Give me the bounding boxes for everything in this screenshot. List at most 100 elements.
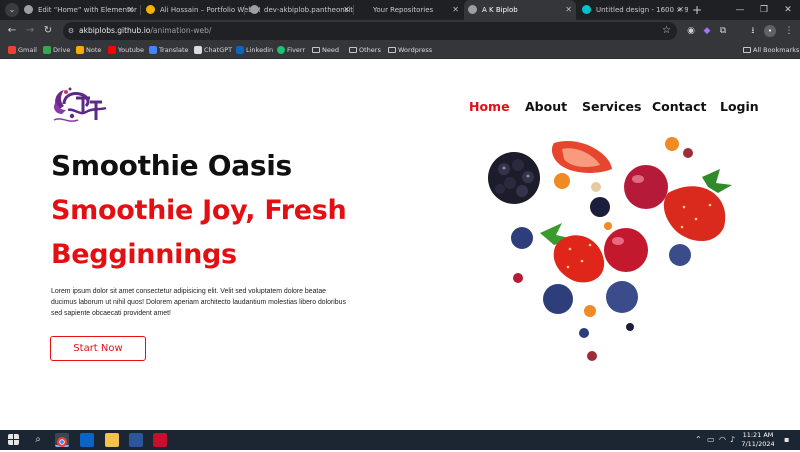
close-tab-icon[interactable]: ✕ bbox=[343, 0, 350, 20]
menu-icon[interactable]: ⋮ bbox=[782, 24, 796, 38]
blueberry-icon bbox=[579, 328, 589, 338]
close-tab-icon[interactable]: ✕ bbox=[452, 0, 459, 20]
word-icon[interactable] bbox=[129, 433, 143, 447]
profile-avatar[interactable]: • bbox=[764, 25, 776, 37]
globe-icon bbox=[24, 5, 33, 14]
back-icon[interactable]: ← bbox=[5, 24, 19, 38]
gmail-icon bbox=[8, 46, 16, 54]
reload-icon[interactable]: ↻ bbox=[41, 24, 55, 38]
browser-toolbar: ← → ↻ ⚙ akbiplobs.github.io/animation-we… bbox=[0, 20, 800, 42]
site-favicon-icon bbox=[146, 5, 155, 14]
tab-canva[interactable]: Untitled design - 1600 × 900 ✕ bbox=[578, 0, 688, 20]
hero-paragraph: Lorem ipsum dolor sit amet consectetur a… bbox=[51, 288, 346, 317]
nav-contact[interactable]: Contact bbox=[652, 99, 706, 114]
site-logo[interactable] bbox=[50, 80, 114, 128]
fiverr-icon bbox=[277, 46, 285, 54]
bookmark-folder-need[interactable]: Need bbox=[312, 42, 339, 59]
app-icon[interactable] bbox=[153, 433, 167, 447]
forward-icon[interactable]: → bbox=[23, 24, 37, 38]
cherry-icon bbox=[624, 165, 668, 209]
nav-login[interactable]: Login bbox=[720, 99, 759, 114]
folder-icon bbox=[743, 47, 751, 53]
chrome-taskbar-icon[interactable] bbox=[55, 433, 69, 447]
goji-berry-icon bbox=[604, 222, 612, 230]
goji-berry-icon bbox=[665, 137, 679, 151]
tab-repositories[interactable]: Your Repositories ✕ bbox=[355, 0, 463, 20]
folder-icon bbox=[349, 47, 357, 53]
strawberry-icon bbox=[540, 223, 605, 283]
close-tab-icon[interactable]: ✕ bbox=[677, 0, 684, 20]
chatgpt-icon bbox=[194, 46, 202, 54]
search-icon[interactable]: ⌕ bbox=[31, 433, 45, 447]
blueberry-icon bbox=[669, 244, 691, 266]
bookmark-youtube[interactable]: Youtube bbox=[108, 42, 144, 59]
extension-purple-icon[interactable]: ◆ bbox=[700, 24, 714, 38]
restore-icon[interactable]: ❐ bbox=[752, 0, 776, 20]
goji-berry-icon bbox=[554, 173, 570, 189]
blueberry-icon bbox=[606, 281, 638, 313]
extension-camera-icon[interactable]: ◉ bbox=[684, 24, 698, 38]
start-now-button[interactable]: Start Now bbox=[50, 336, 146, 361]
folder-icon bbox=[312, 47, 320, 53]
tab-pantheon[interactable]: dev-akbiplob.pantheonsite.io ✕ bbox=[246, 0, 354, 20]
bookmark-fiverr[interactable]: Fiverr bbox=[277, 42, 305, 59]
blueberry-icon bbox=[543, 284, 573, 314]
wifi-icon[interactable]: ◠ bbox=[719, 430, 726, 450]
canva-icon bbox=[582, 5, 591, 14]
minimize-icon[interactable]: — bbox=[728, 0, 752, 20]
site-info-icon[interactable]: ⚙ bbox=[65, 25, 77, 37]
tab-portfolio[interactable]: Ali Hossain – Portfolio Website ✕ bbox=[142, 0, 260, 20]
bookmark-star-icon[interactable]: ☆ bbox=[662, 22, 671, 40]
blackberry-icon bbox=[488, 152, 540, 204]
tab-elementor[interactable]: Edit “Home” with Elementor ✕ bbox=[20, 0, 138, 20]
close-tab-icon[interactable]: ✕ bbox=[127, 0, 134, 20]
red-currant-icon bbox=[604, 228, 648, 272]
bookmark-note[interactable]: Note bbox=[76, 42, 101, 59]
strawberry-slice-icon bbox=[551, 141, 612, 173]
bookmark-gmail[interactable]: Gmail bbox=[8, 42, 37, 59]
hero-subheading-line1: Smoothie Joy, Fresh bbox=[51, 195, 347, 226]
nav-services[interactable]: Services bbox=[582, 99, 641, 114]
system-clock[interactable]: 11:21 AM 7/11/2024 bbox=[738, 431, 778, 449]
close-window-icon[interactable]: ✕ bbox=[776, 0, 800, 20]
bookmark-chatgpt[interactable]: ChatGPT bbox=[194, 42, 232, 59]
blueberry-icon bbox=[590, 197, 610, 217]
hero-subheading-line2: Begginnings bbox=[51, 239, 237, 270]
notifications-icon[interactable]: ▪ bbox=[784, 430, 789, 450]
close-tab-icon[interactable]: ✕ bbox=[565, 0, 572, 20]
blueberry-icon bbox=[511, 227, 533, 249]
url-text: akbiplobs.github.io/animation-web/ bbox=[79, 26, 212, 35]
extension-icon[interactable]: ⧉ bbox=[716, 24, 730, 38]
web-page: Home About Services Contact Login Smooth… bbox=[0, 60, 800, 430]
cranberry-icon bbox=[513, 273, 523, 283]
cranberry-icon bbox=[683, 148, 693, 158]
address-bar[interactable]: ⚙ akbiplobs.github.io/animation-web/ ☆ bbox=[63, 22, 677, 40]
linkedin-icon bbox=[236, 46, 244, 54]
note-icon bbox=[76, 46, 84, 54]
tab-active-biplob[interactable]: A K Biplob ✕ bbox=[464, 0, 576, 20]
hero-heading: Smoothie Oasis bbox=[51, 149, 292, 182]
bookmarks-bar: Gmail Drive Note Youtube Translate ChatG… bbox=[0, 42, 800, 59]
tab-search-button[interactable]: ⌄ bbox=[5, 3, 19, 17]
folder-icon bbox=[388, 47, 396, 53]
nav-about[interactable]: About bbox=[525, 99, 567, 114]
goji-berry-icon bbox=[584, 305, 596, 317]
windows-start-icon[interactable] bbox=[8, 434, 19, 445]
seed-icon bbox=[591, 182, 601, 192]
bookmark-folder-wordpress[interactable]: Wordpress bbox=[388, 42, 432, 59]
bookmark-drive[interactable]: Drive bbox=[43, 42, 70, 59]
file-explorer-icon[interactable] bbox=[105, 433, 119, 447]
nav-home[interactable]: Home bbox=[469, 99, 510, 114]
network-icon[interactable]: ▭ bbox=[707, 430, 715, 450]
new-tab-button[interactable]: + bbox=[692, 2, 702, 18]
all-bookmarks[interactable]: All Bookmarks bbox=[743, 42, 799, 59]
volume-icon[interactable]: ♪ bbox=[730, 430, 735, 450]
outlook-icon[interactable] bbox=[80, 433, 94, 447]
bookmark-folder-others[interactable]: Others bbox=[349, 42, 381, 59]
strawberry-icon bbox=[663, 169, 732, 242]
bookmark-translate[interactable]: Translate bbox=[149, 42, 189, 59]
download-icon[interactable]: ⭳ bbox=[746, 24, 760, 38]
chevron-up-icon[interactable]: ⌃ bbox=[695, 430, 702, 450]
cranberry-icon bbox=[587, 351, 597, 361]
bookmark-linkedin[interactable]: Linkedin bbox=[236, 42, 273, 59]
